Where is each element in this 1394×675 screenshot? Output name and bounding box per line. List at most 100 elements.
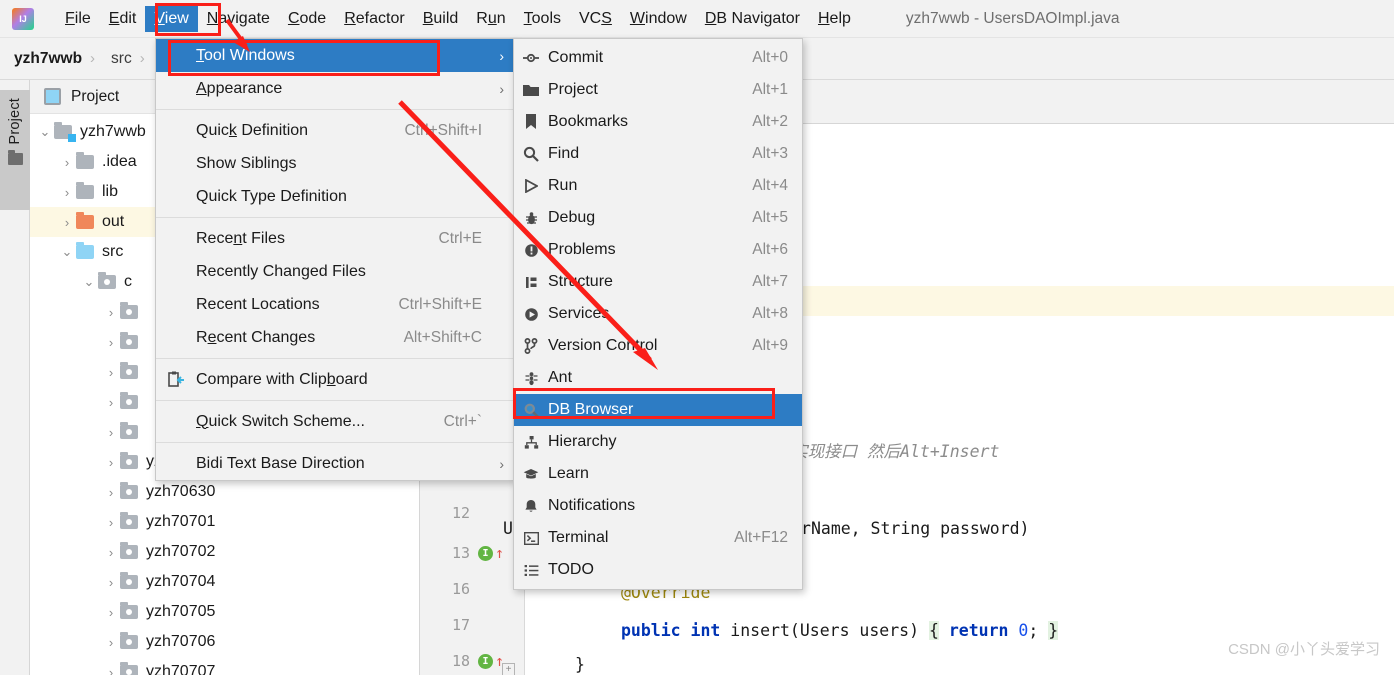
chevron-right-icon[interactable]: ›	[102, 545, 120, 560]
tool-window-item-learn[interactable]: Learn	[514, 458, 802, 490]
menu-code[interactable]: Code	[279, 6, 335, 32]
view-menu-item-bidi-text-base-direction[interactable]: Bidi Text Base Direction ›	[156, 447, 514, 480]
tool-window-item-todo[interactable]: TODO	[514, 554, 802, 586]
tree-node[interactable]: › yzh70706	[30, 627, 419, 657]
view-menu-item-label: Show Siblings	[196, 154, 297, 172]
tool-window-item-db-browser[interactable]: DB Browser	[514, 394, 802, 426]
overriding-arrow-icon[interactable]: ↑	[495, 545, 504, 561]
chevron-right-icon[interactable]: ›	[58, 215, 76, 230]
tool-window-item-structure[interactable]: Structure Alt+7	[514, 266, 802, 298]
menu-help[interactable]: Help	[809, 6, 860, 32]
todo-list-icon	[514, 564, 548, 577]
breadcrumb-item-project[interactable]: yzh7wwb	[0, 50, 82, 68]
submenu-chevron-right-icon: ›	[499, 47, 504, 64]
tree-node-label: yzh70704	[146, 573, 216, 590]
tool-window-item-version-control[interactable]: Version Control Alt+9	[514, 330, 802, 362]
fold-expand-icon[interactable]: +	[502, 663, 515, 675]
view-menu-item-tool-windows[interactable]: Tool Windows ›	[156, 39, 514, 72]
menu-vcs[interactable]: VCS	[570, 6, 621, 32]
chevron-right-icon[interactable]: ›	[58, 155, 76, 170]
tool-window-item-bookmarks[interactable]: Bookmarks Alt+2	[514, 106, 802, 138]
blue-folder-icon	[76, 242, 94, 259]
view-menu-item-label: Compare with Clipboard	[196, 370, 368, 388]
tool-window-item-terminal[interactable]: Terminal Alt+F12	[514, 522, 802, 554]
view-menu-item-shortcut: Ctrl+Shift+I	[404, 121, 482, 139]
menu-tools[interactable]: Tools	[515, 6, 570, 32]
breadcrumb-item-src[interactable]: src	[97, 50, 132, 68]
view-menu-item-label: Quick Switch Scheme...	[196, 412, 365, 430]
tree-node[interactable]: › yzh70702	[30, 537, 419, 567]
menu-window[interactable]: Window	[621, 6, 696, 32]
chevron-right-icon[interactable]: ›	[102, 605, 120, 620]
view-menu-item-appearance[interactable]: Appearance ›	[156, 72, 514, 105]
chevron-right-icon[interactable]: ›	[102, 635, 120, 650]
menu-view[interactable]: View	[145, 5, 198, 32]
chevron-right-icon[interactable]: ›	[102, 395, 120, 410]
db-browser-icon	[514, 402, 548, 418]
view-menu-item-recently-changed-files[interactable]: Recently Changed Files	[156, 255, 514, 288]
menu-run[interactable]: Run	[467, 6, 514, 32]
tool-window-item-shortcut: Alt+3	[752, 145, 788, 162]
implementing-method-icon[interactable]: I	[478, 545, 493, 561]
tool-window-item-problems[interactable]: Problems Alt+6	[514, 234, 802, 266]
chevron-right-icon[interactable]: ›	[102, 455, 120, 470]
tree-node[interactable]: › yzh70701	[30, 507, 419, 537]
tree-node[interactable]: › yzh70705	[30, 597, 419, 627]
chevron-right-icon[interactable]: ›	[102, 485, 120, 500]
package-folder-icon	[120, 302, 138, 319]
tree-node[interactable]: › yzh70704	[30, 567, 419, 597]
menu-build[interactable]: Build	[414, 6, 468, 32]
tree-node-label: yzh70701	[146, 513, 216, 530]
tool-window-item-debug[interactable]: Debug Alt+5	[514, 202, 802, 234]
view-menu-item-quick-definition[interactable]: Quick Definition Ctrl+Shift+I	[156, 114, 514, 147]
view-menu-item-recent-files[interactable]: Recent Files Ctrl+E	[156, 222, 514, 255]
view-menu-item-quick-type-definition[interactable]: Quick Type Definition	[156, 180, 514, 213]
chevron-right-icon[interactable]: ›	[102, 515, 120, 530]
tree-node[interactable]: › yzh70707	[30, 657, 419, 675]
chevron-right-icon[interactable]: ›	[102, 665, 120, 675]
stripe-tab-project[interactable]: Project	[0, 90, 30, 210]
tool-window-item-commit[interactable]: Commit Alt+0	[514, 42, 802, 74]
chevron-right-icon[interactable]: ›	[102, 425, 120, 440]
tool-window-item-notifications[interactable]: Notifications	[514, 490, 802, 522]
view-menu-item-compare-with-clipboard[interactable]: Compare with Clipboard	[156, 363, 514, 396]
breadcrumb-separator: ›	[90, 50, 96, 67]
tree-node-label: out	[102, 213, 125, 230]
view-menu-item-show-siblings[interactable]: Show Siblings	[156, 147, 514, 180]
tool-window-item-run[interactable]: Run Alt+4	[514, 170, 802, 202]
services-icon	[514, 307, 548, 322]
menu-navigate[interactable]: Navigate	[198, 6, 279, 32]
tool-window-item-find[interactable]: Find Alt+3	[514, 138, 802, 170]
tool-window-item-hierarchy[interactable]: Hierarchy	[514, 426, 802, 458]
brace-open-highlight: {	[928, 620, 939, 640]
chevron-down-icon[interactable]: ⌄	[36, 124, 54, 140]
gutter-line: 16	[420, 573, 525, 605]
tool-window-item-ant[interactable]: Ant	[514, 362, 802, 394]
chevron-down-icon[interactable]: ⌄	[58, 244, 76, 260]
view-menu-item-quick-switch-scheme[interactable]: Quick Switch Scheme... Ctrl+`	[156, 405, 514, 438]
chevron-right-icon[interactable]: ›	[102, 305, 120, 320]
view-menu-item-recent-changes[interactable]: Recent Changes Alt+Shift+C	[156, 321, 514, 354]
tool-window-item-services[interactable]: Services Alt+8	[514, 298, 802, 330]
menu-db-navigator[interactable]: DB Navigator	[696, 6, 809, 32]
menu-file[interactable]: File	[56, 6, 100, 32]
tree-node[interactable]: › yzh70630	[30, 477, 419, 507]
tree-node-label: yzh70702	[146, 543, 216, 560]
chevron-right-icon[interactable]: ›	[58, 185, 76, 200]
chevron-right-icon[interactable]: ›	[102, 365, 120, 380]
menu-edit[interactable]: Edit	[100, 6, 146, 32]
chevron-down-icon[interactable]: ⌄	[80, 274, 98, 290]
implementing-method-icon[interactable]: I	[478, 653, 493, 669]
tool-window-item-project[interactable]: Project Alt+1	[514, 74, 802, 106]
code-line-insert-method: public int insert(Users users) { return …	[621, 620, 1059, 640]
ant-icon	[514, 371, 548, 386]
tree-node-label: c	[124, 273, 132, 290]
view-menu-item-recent-locations[interactable]: Recent Locations Ctrl+Shift+E	[156, 288, 514, 321]
chevron-right-icon[interactable]: ›	[102, 575, 120, 590]
line-number: 12	[451, 504, 470, 522]
menu-refactor[interactable]: Refactor	[335, 6, 413, 32]
chevron-right-icon[interactable]: ›	[102, 335, 120, 350]
project-panel-title: Project	[71, 87, 120, 105]
tree-node-label: src	[102, 243, 124, 260]
tool-window-item-label: Project	[548, 81, 598, 98]
